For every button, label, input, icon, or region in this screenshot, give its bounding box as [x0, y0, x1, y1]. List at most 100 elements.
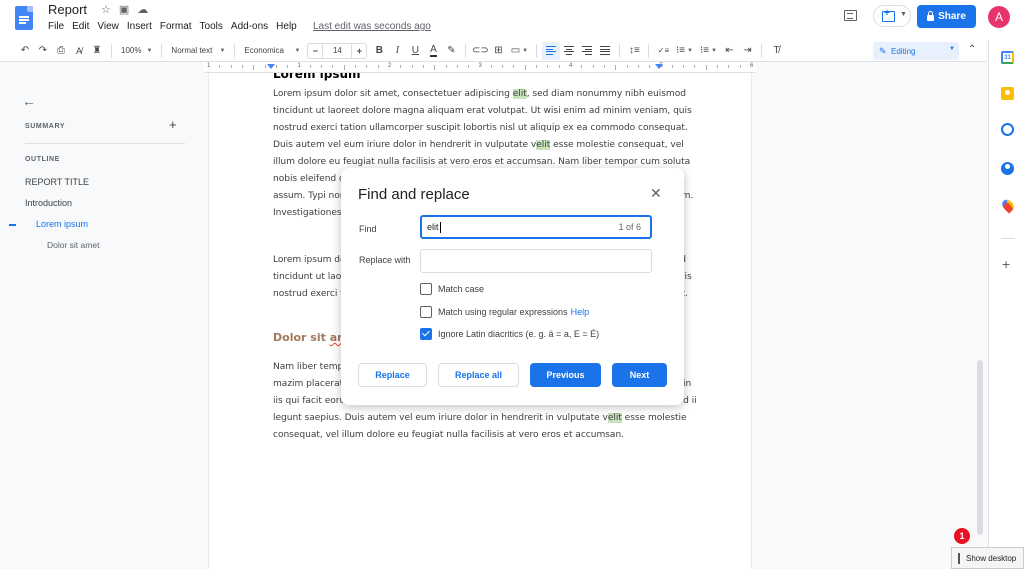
decrease-font-size-button[interactable]: −: [308, 44, 322, 58]
cloud-saved-icon[interactable]: ☁: [137, 3, 148, 16]
align-center-icon: [564, 46, 575, 55]
align-left-button[interactable]: [542, 41, 561, 60]
chevron-down-icon: ▼: [686, 47, 693, 54]
ignore-diacritics-option[interactable]: Ignore Latin diacritics (e. g. ä = a, E …: [420, 328, 599, 340]
close-outline-button[interactable]: ←: [22, 93, 36, 109]
print-button[interactable]: ⎙: [52, 42, 70, 60]
paint-format-button[interactable]: ♜: [88, 42, 106, 60]
document-title[interactable]: Report: [48, 2, 87, 17]
add-summary-button[interactable]: +: [169, 117, 177, 132]
docs-logo-icon[interactable]: [15, 6, 33, 30]
ruler-tick: [287, 65, 289, 68]
decrease-indent-button[interactable]: ⇤: [720, 42, 738, 60]
share-button[interactable]: Share: [917, 5, 976, 28]
keep-icon[interactable]: [1001, 87, 1014, 100]
indent-marker[interactable]: [655, 64, 663, 69]
hide-menus-button[interactable]: ⌃: [968, 44, 976, 55]
underline-button[interactable]: U: [406, 42, 424, 60]
contacts-icon[interactable]: [1001, 162, 1014, 175]
underline-icon: U: [411, 45, 420, 56]
tasks-icon[interactable]: [1001, 123, 1014, 136]
align-right-button[interactable]: [578, 42, 596, 60]
checklist-button[interactable]: ✓≡: [654, 42, 672, 60]
indent-marker[interactable]: [267, 64, 275, 69]
clear-formatting-button[interactable]: T̸: [767, 42, 785, 60]
ruler-tick: [581, 65, 583, 68]
replace-input[interactable]: [420, 249, 652, 273]
editing-mode-select[interactable]: ✎ Editing ▼: [873, 42, 959, 60]
last-edit-link[interactable]: Last edit was seconds ago: [313, 21, 431, 32]
outline-item-introduction[interactable]: Introduction: [25, 198, 72, 208]
maps-icon[interactable]: [999, 197, 1017, 214]
comments-icon[interactable]: [844, 10, 857, 21]
numbered-list-button[interactable]: ⁝≡ ▼: [696, 42, 720, 60]
zoom-select[interactable]: 100% ▼: [117, 42, 156, 60]
menu-view[interactable]: View: [97, 21, 119, 32]
help-link[interactable]: Help: [571, 307, 590, 317]
style-select[interactable]: Normal text ▼: [167, 42, 229, 60]
regex-checkbox[interactable]: [420, 306, 432, 318]
menu-format[interactable]: Format: [160, 21, 192, 32]
highlighter-icon: ✎: [447, 45, 456, 56]
menu-insert[interactable]: Insert: [127, 21, 152, 32]
spellcheck-button[interactable]: A̸: [70, 42, 88, 60]
outline-item-report-title[interactable]: REPORT TITLE: [25, 177, 89, 187]
insert-link-button[interactable]: ⊂⊃: [471, 42, 489, 60]
regex-option[interactable]: Match using regular expressions Help: [420, 306, 589, 318]
justify-icon: [600, 46, 611, 55]
chevron-down-icon: ▼: [900, 11, 907, 18]
line-spacing-button[interactable]: ↕≡: [625, 42, 643, 60]
menu-tools[interactable]: Tools: [200, 21, 223, 32]
vertical-scrollbar[interactable]: [977, 360, 983, 535]
calendar-icon[interactable]: 31: [1001, 51, 1014, 64]
menu-addons[interactable]: Add-ons: [231, 21, 268, 32]
insert-comment-button[interactable]: ⊞: [489, 42, 507, 60]
print-icon: ⎙: [57, 45, 65, 56]
menu-file[interactable]: File: [48, 21, 64, 32]
search-match-highlight: elit: [536, 140, 551, 150]
match-case-checkbox[interactable]: [420, 283, 432, 295]
chevron-down-icon: ▼: [146, 47, 153, 54]
text-color-button[interactable]: A: [424, 42, 442, 60]
dialog-title: Find and replace: [358, 186, 470, 203]
show-desktop-button[interactable]: Show desktop: [951, 547, 1024, 569]
align-center-button[interactable]: [560, 42, 578, 60]
previous-button[interactable]: Previous: [530, 363, 601, 387]
outline-item-dolor-sit-amet[interactable]: Dolor sit amet: [47, 240, 99, 250]
outline-item-lorem-ipsum[interactable]: Lorem ipsum: [36, 219, 88, 229]
back-arrow-icon: ←: [22, 93, 36, 109]
font-size-input[interactable]: 14: [322, 43, 353, 58]
menu-help[interactable]: Help: [276, 21, 297, 32]
italic-button[interactable]: I: [388, 42, 406, 60]
replace-button[interactable]: Replace: [358, 363, 427, 387]
get-addons-button[interactable]: +: [1002, 256, 1010, 272]
ruler-label: 1: [297, 63, 301, 69]
notification-badge[interactable]: 1: [954, 528, 970, 544]
font-select[interactable]: Economica ▼: [240, 42, 304, 60]
menu-edit[interactable]: Edit: [72, 21, 89, 32]
ignore-diacritics-checkbox[interactable]: [420, 328, 432, 340]
find-input[interactable]: elit 1 of 6: [420, 215, 652, 239]
ruler[interactable]: 1123456: [204, 62, 756, 73]
plus-icon: +: [169, 117, 177, 132]
redo-button[interactable]: ↷: [34, 42, 52, 60]
insert-image-button[interactable]: ▭ ▼: [507, 42, 531, 60]
close-button[interactable]: ✕: [650, 185, 662, 202]
move-folder-icon[interactable]: ▣: [119, 3, 129, 16]
present-button[interactable]: ▼: [873, 5, 911, 27]
increase-indent-button[interactable]: ⇥: [738, 42, 756, 60]
undo-button[interactable]: ↶: [16, 42, 34, 60]
next-button[interactable]: Next: [612, 363, 667, 387]
replace-all-button[interactable]: Replace all: [438, 363, 519, 387]
bold-button[interactable]: B: [370, 42, 388, 60]
match-case-option[interactable]: Match case: [420, 283, 484, 295]
outline-label: OUTLINE: [25, 156, 60, 163]
star-icon[interactable]: ☆: [101, 3, 111, 16]
increase-font-size-button[interactable]: +: [352, 44, 366, 58]
avatar[interactable]: A: [988, 6, 1010, 28]
highlight-color-button[interactable]: ✎: [442, 42, 460, 60]
ruler-tick: [309, 65, 311, 68]
justify-button[interactable]: [596, 42, 614, 60]
ruler-tick: [536, 65, 538, 68]
bulleted-list-button[interactable]: ⁝≡ ▼: [672, 42, 696, 60]
